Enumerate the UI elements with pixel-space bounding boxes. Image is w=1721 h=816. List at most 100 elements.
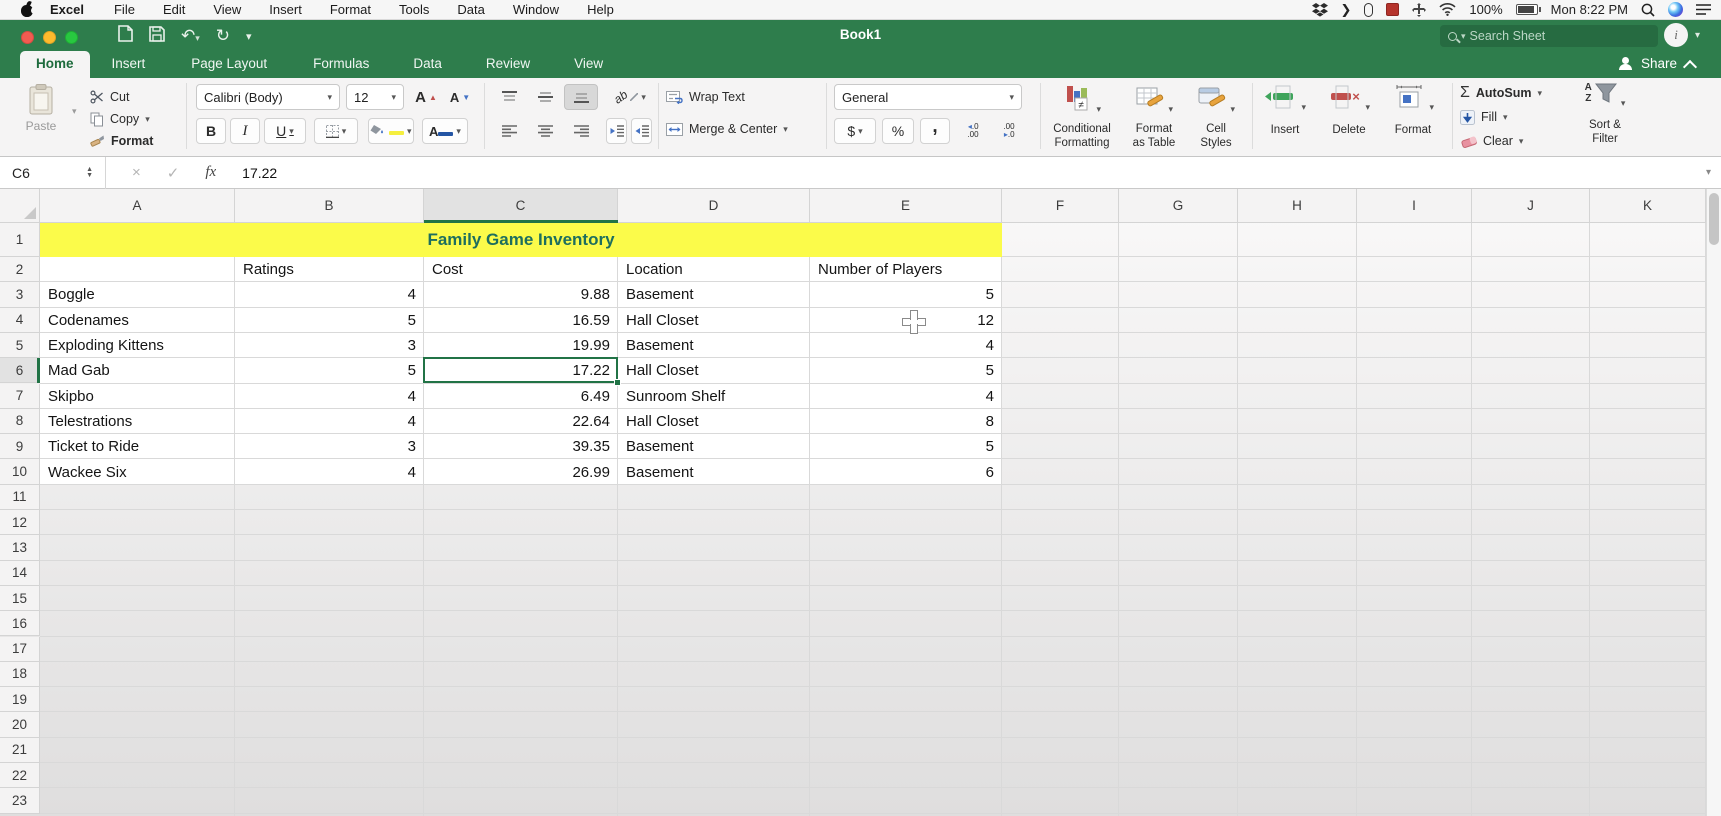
column-header-K[interactable]: K bbox=[1590, 189, 1706, 223]
collapse-ribbon-icon[interactable] bbox=[1685, 59, 1695, 69]
chevron-right-icon[interactable]: ❯ bbox=[1341, 2, 1352, 18]
conditional-formatting-button[interactable]: ≠ ▾ ConditionalFormatting bbox=[1044, 84, 1120, 150]
autosum-button[interactable]: Σ AutoSum▾ bbox=[1460, 82, 1542, 104]
column-header-D[interactable]: D bbox=[618, 189, 810, 223]
menu-item-tools[interactable]: Tools bbox=[385, 2, 443, 17]
format-cells-button[interactable]: ▾ Format bbox=[1384, 84, 1442, 136]
capsule-status-icon[interactable] bbox=[1364, 3, 1373, 17]
scrollbar-thumb[interactable] bbox=[1709, 193, 1719, 245]
menu-item-format[interactable]: Format bbox=[316, 2, 385, 17]
sort-filter-dropdown-icon[interactable]: ▾ bbox=[1621, 98, 1626, 108]
cell-D9[interactable]: Basement bbox=[626, 434, 802, 459]
cell-A4[interactable]: Codenames bbox=[48, 308, 227, 333]
cell-E5[interactable]: 4 bbox=[818, 333, 994, 358]
merge-dropdown-icon[interactable]: ▾ bbox=[783, 124, 788, 135]
menu-item-help[interactable]: Help bbox=[573, 2, 628, 17]
cell-A3[interactable]: Boggle bbox=[48, 282, 227, 307]
cell-D2[interactable]: Location bbox=[626, 257, 802, 282]
menu-item-edit[interactable]: Edit bbox=[149, 2, 199, 17]
borders-dropdown-icon[interactable]: ▾ bbox=[342, 126, 347, 137]
grow-font-button[interactable]: A▲ bbox=[410, 84, 442, 110]
cell-E6[interactable]: 5 bbox=[818, 358, 994, 383]
format-as-table-dropdown-icon[interactable]: ▾ bbox=[1168, 104, 1173, 114]
font-name-select[interactable]: Calibri (Body)▾ bbox=[196, 84, 340, 110]
row-header-4[interactable]: 4 bbox=[0, 308, 40, 333]
tab-view[interactable]: View bbox=[560, 51, 617, 78]
cut-button[interactable]: Cut bbox=[90, 86, 129, 108]
underline-button[interactable]: U▾ bbox=[264, 118, 306, 144]
menu-item-insert[interactable]: Insert bbox=[255, 2, 316, 17]
cell-A5[interactable]: Exploding Kittens bbox=[48, 333, 227, 358]
bold-button[interactable]: B bbox=[196, 118, 226, 144]
paste-button[interactable]: Paste bbox=[12, 84, 70, 152]
row-header-19[interactable]: 19 bbox=[0, 687, 40, 712]
cell-D4[interactable]: Hall Closet bbox=[626, 308, 802, 333]
row-header-21[interactable]: 21 bbox=[0, 738, 40, 763]
dropbox-icon[interactable] bbox=[1312, 3, 1328, 17]
column-header-J[interactable]: J bbox=[1472, 189, 1590, 223]
font-size-select[interactable]: 12▾ bbox=[346, 84, 404, 110]
cell-E2[interactable]: Number of Players bbox=[818, 257, 994, 282]
align-bottom-button[interactable] bbox=[564, 84, 598, 110]
cell-B9[interactable]: 3 bbox=[243, 434, 416, 459]
cell-D3[interactable]: Basement bbox=[626, 282, 802, 307]
clear-dropdown-icon[interactable]: ▾ bbox=[1519, 136, 1524, 147]
sort-filter-button[interactable]: AZ ▾ Sort &Filter bbox=[1572, 82, 1638, 146]
decrease-indent-button[interactable] bbox=[606, 118, 627, 144]
conditional-formatting-dropdown-icon[interactable]: ▾ bbox=[1096, 104, 1101, 114]
menu-item-file[interactable]: File bbox=[100, 2, 149, 17]
row-header-12[interactable]: 12 bbox=[0, 510, 40, 535]
format-painter-button[interactable]: Format bbox=[90, 130, 153, 152]
cell-C4[interactable]: 16.59 bbox=[432, 308, 610, 333]
confirm-entry-icon[interactable]: ✓ bbox=[167, 164, 180, 182]
italic-button[interactable]: I bbox=[230, 118, 260, 144]
info-dropdown-icon[interactable]: ▾ bbox=[1695, 30, 1700, 41]
vertical-scrollbar[interactable] bbox=[1706, 189, 1721, 816]
cell-E10[interactable]: 6 bbox=[818, 459, 994, 484]
row-header-23[interactable]: 23 bbox=[0, 788, 40, 813]
cell-A8[interactable]: Telestrations bbox=[48, 409, 227, 434]
format-cells-dropdown-icon[interactable]: ▾ bbox=[1429, 102, 1434, 112]
cell-C2[interactable]: Cost bbox=[432, 257, 610, 282]
menu-item-excel[interactable]: Excel bbox=[34, 2, 100, 17]
siri-icon[interactable] bbox=[1668, 2, 1683, 17]
delete-dropdown-icon[interactable]: ▾ bbox=[1365, 102, 1370, 112]
align-middle-button[interactable] bbox=[528, 84, 562, 110]
select-all-corner[interactable] bbox=[0, 189, 40, 223]
cancel-entry-icon[interactable]: × bbox=[132, 164, 141, 181]
name-box[interactable]: C6 ▲▼ bbox=[0, 157, 106, 189]
notification-center-icon[interactable] bbox=[1696, 4, 1711, 16]
copy-dropdown-icon[interactable]: ▾ bbox=[145, 114, 150, 125]
font-color-dropdown-icon[interactable]: ▾ bbox=[456, 126, 461, 137]
info-button[interactable]: i bbox=[1664, 23, 1688, 47]
column-header-H[interactable]: H bbox=[1238, 189, 1357, 223]
merge-center-button[interactable]: Merge & Center▾ bbox=[666, 118, 788, 140]
font-color-button[interactable]: A ▾ bbox=[422, 118, 468, 144]
formula-bar-expand-icon[interactable]: ▾ bbox=[1706, 167, 1711, 178]
cell-B2[interactable]: Ratings bbox=[243, 257, 416, 282]
fill-dropdown-icon[interactable]: ▾ bbox=[1503, 112, 1508, 123]
tab-review[interactable]: Review bbox=[472, 51, 544, 78]
row-header-17[interactable]: 17 bbox=[0, 637, 40, 662]
cell-styles-button[interactable]: ▾ CellStyles bbox=[1188, 84, 1244, 150]
align-center-button[interactable] bbox=[528, 118, 562, 144]
column-header-E[interactable]: E bbox=[810, 189, 1002, 223]
recording-status-icon[interactable] bbox=[1386, 3, 1399, 16]
search-scope-dropdown-icon[interactable]: ▾ bbox=[1461, 31, 1466, 42]
cell-B8[interactable]: 4 bbox=[243, 409, 416, 434]
copy-button[interactable]: Copy▾ bbox=[90, 108, 150, 130]
tab-page-layout[interactable]: Page Layout bbox=[177, 51, 281, 78]
apple-menu-icon[interactable] bbox=[21, 2, 34, 17]
name-box-stepper[interactable]: ▲▼ bbox=[86, 167, 93, 179]
cell-B3[interactable]: 4 bbox=[243, 282, 416, 307]
move-crosshair-icon[interactable] bbox=[1412, 3, 1426, 17]
column-header-I[interactable]: I bbox=[1357, 189, 1472, 223]
row-header-20[interactable]: 20 bbox=[0, 712, 40, 737]
wrap-text-button[interactable]: Wrap Text bbox=[666, 86, 745, 108]
row-header-5[interactable]: 5 bbox=[0, 333, 40, 358]
cell-D10[interactable]: Basement bbox=[626, 459, 802, 484]
cell-D7[interactable]: Sunroom Shelf bbox=[626, 384, 802, 409]
cell-B7[interactable]: 4 bbox=[243, 384, 416, 409]
row-header-7[interactable]: 7 bbox=[0, 384, 40, 409]
column-header-G[interactable]: G bbox=[1119, 189, 1238, 223]
